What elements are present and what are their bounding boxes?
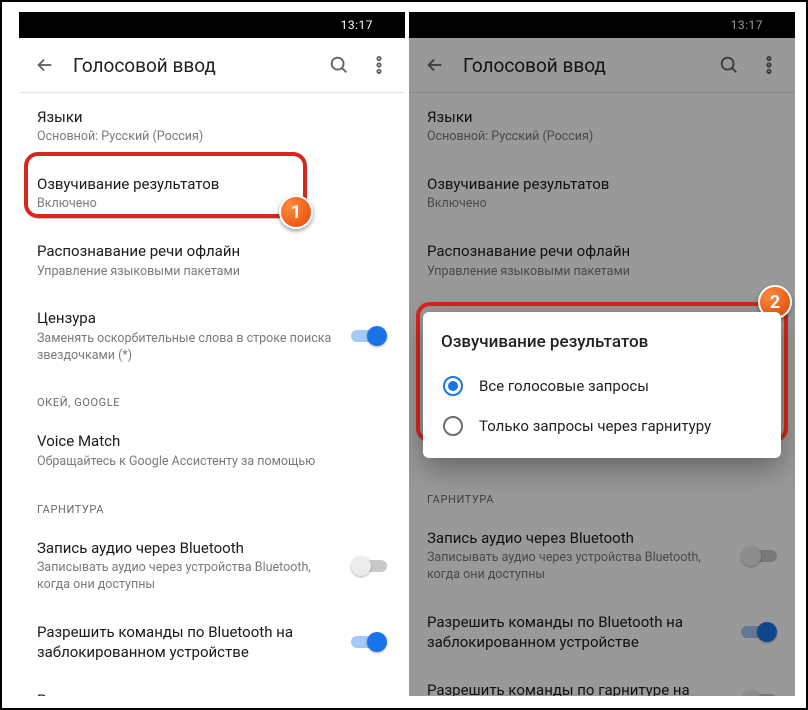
pref-title: Запись аудио через Bluetooth	[37, 538, 339, 558]
section-ok-google: ОКЕЙ, GOOGLE	[19, 378, 405, 417]
pref-summary: Основной: Русский (Россия)	[37, 129, 387, 146]
pref-bt-locked[interactable]: Разрешить команды по Bluetooth на заблок…	[19, 608, 405, 677]
pref-languages[interactable]: ЯзыкиОсновной: Русский (Россия)	[409, 93, 795, 160]
pref-bt-locked[interactable]: Разрешить команды по Bluetooth на заблок…	[409, 598, 795, 667]
option-all-voice-requests[interactable]: Все голосовые запросы	[441, 366, 763, 406]
speak-results-dialog: Озвучивание результатов Все голосовые за…	[423, 312, 781, 458]
status-time: 13:17	[341, 18, 373, 32]
switch-headset-locked[interactable]	[741, 690, 777, 696]
back-icon[interactable]	[25, 45, 65, 85]
pref-title: Voice Match	[37, 431, 387, 451]
pref-speak-results[interactable]: Озвучивание результатовВключено	[409, 160, 795, 227]
pref-summary: Обращайтесь к Google Ассистенту за помощ…	[37, 454, 387, 471]
section-headset: ГАРНИТУРА	[19, 485, 405, 524]
dialog-title: Озвучивание результатов	[441, 332, 763, 352]
phone-right: 13:17 Голосовой ввод ЯзыкиОсновной: Русс…	[409, 12, 795, 696]
pref-summary: Управление языковыми пакетами	[37, 264, 387, 281]
pref-title: Распознавание речи офлайн	[37, 241, 387, 261]
app-title: Голосовой ввод	[455, 54, 709, 77]
option-label: Только запросы через гарнитуру	[479, 417, 711, 435]
switch-censor[interactable]	[351, 326, 387, 346]
option-label: Все голосовые запросы	[479, 377, 649, 395]
overflow-icon[interactable]	[749, 45, 789, 85]
back-icon[interactable]	[415, 45, 455, 85]
option-headset-only[interactable]: Только запросы через гарнитуру	[441, 406, 763, 446]
pref-bt-record[interactable]: Запись аудио через Bluetooth Записывать …	[19, 524, 405, 608]
pref-title: Озвучивание результатов	[37, 174, 387, 194]
pref-speak-results[interactable]: Озвучивание результатов Включено	[19, 160, 405, 227]
pref-title: Языки	[37, 107, 387, 127]
pref-censor[interactable]: Цензура Заменять оскорбительные слова в …	[19, 294, 405, 378]
search-icon[interactable]	[709, 45, 749, 85]
overflow-icon[interactable]	[359, 45, 399, 85]
pref-headset-locked[interactable]: Разрешить команды по гарнитуре на заблок…	[409, 666, 795, 696]
pref-languages[interactable]: Языки Основной: Русский (Россия)	[19, 93, 405, 160]
pref-title: Разрешить команды по гарнитуре на заблок…	[37, 690, 339, 696]
pref-voice-match[interactable]: Voice Match Обращайтесь к Google Ассисте…	[19, 417, 405, 484]
pref-summary: Включено	[37, 196, 387, 213]
section-headset: ГАРНИТУРА	[409, 475, 795, 514]
switch-bt-record[interactable]	[351, 556, 387, 576]
pref-offline-speech[interactable]: Распознавание речи офлайн Управление язы…	[19, 227, 405, 294]
pref-summary: Заменять оскорбительные слова в строке п…	[37, 331, 339, 365]
switch-bt-record[interactable]	[741, 546, 777, 566]
search-icon[interactable]	[319, 45, 359, 85]
status-bar: 13:17	[19, 12, 405, 38]
app-bar: Голосовой ввод	[409, 38, 795, 92]
switch-bt-locked[interactable]	[741, 622, 777, 642]
pref-offline-speech[interactable]: Распознавание речи офлайнУправление язык…	[409, 227, 795, 294]
switch-bt-locked[interactable]	[351, 632, 387, 652]
phone-left: 13:17 Голосовой ввод Языки Основной: Рус…	[19, 12, 405, 696]
app-bar: Голосовой ввод	[19, 38, 405, 92]
status-time: 13:17	[731, 18, 763, 32]
app-title: Голосовой ввод	[65, 54, 319, 77]
pref-headset-locked[interactable]: Разрешить команды по гарнитуре на заблок…	[19, 676, 405, 696]
status-bar: 13:17	[409, 12, 795, 38]
pref-title: Разрешить команды по Bluetooth на заблок…	[37, 622, 339, 663]
pref-summary: Записывать аудио через устройства Blueto…	[37, 560, 339, 594]
radio-icon	[443, 376, 463, 396]
pref-bt-record[interactable]: Запись аудио через BluetoothЗаписывать а…	[409, 514, 795, 598]
radio-icon	[443, 416, 463, 436]
pref-title: Цензура	[37, 308, 339, 328]
